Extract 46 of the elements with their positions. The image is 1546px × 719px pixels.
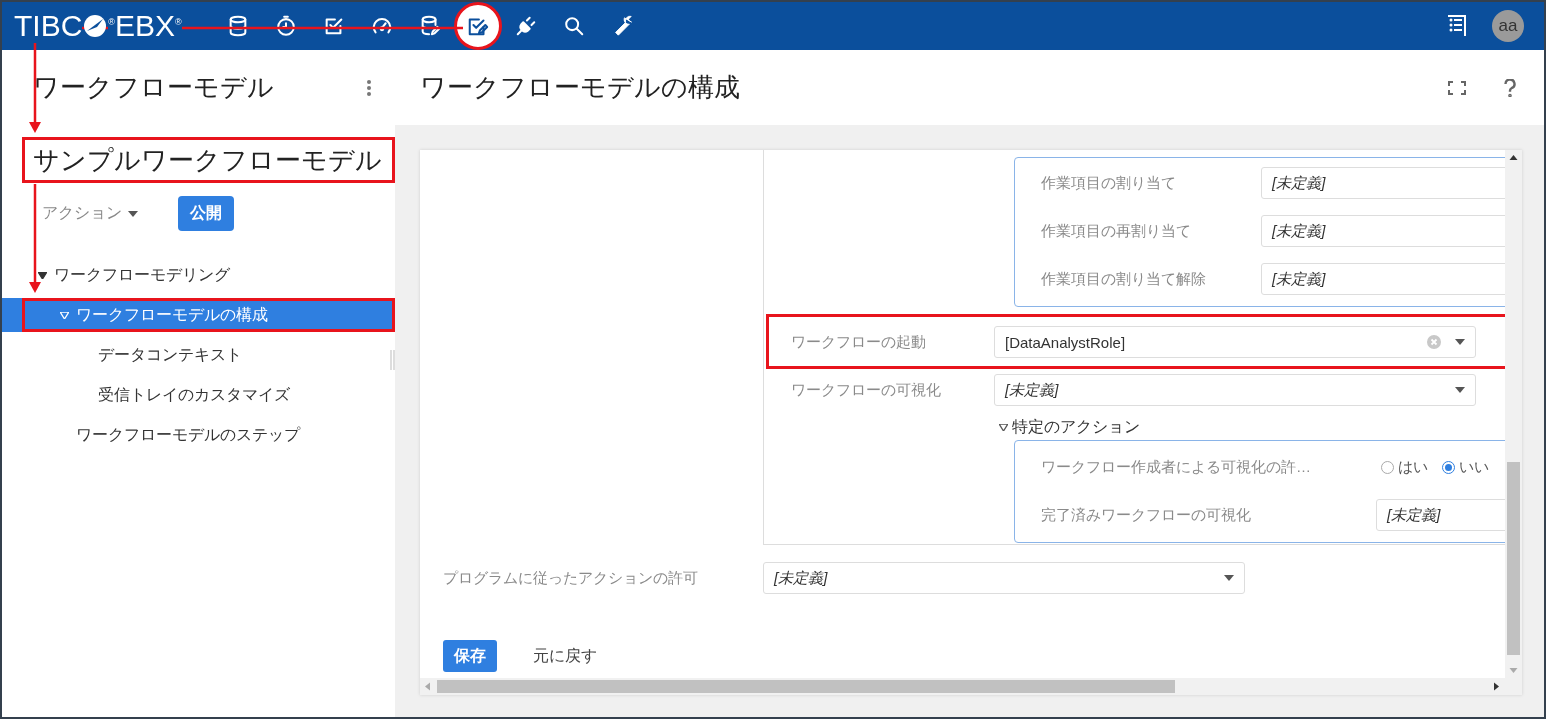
select-field[interactable]: [未定義] xyxy=(1261,263,1505,295)
splitter-handle[interactable] xyxy=(390,350,395,370)
panel-title: ワークフローモデル xyxy=(33,71,274,104)
logo: TIBC $^{®}$EBX$^{®}$ xyxy=(14,9,182,43)
vertical-scrollbar[interactable] xyxy=(1505,150,1522,678)
tree-item[interactable]: データコンテキスト xyxy=(2,335,395,375)
field-label: 完了済みワークフローの可視化 xyxy=(1041,505,1252,525)
select-field[interactable]: [未定義] xyxy=(994,374,1476,406)
page-title: ワークフローモデルの構成 xyxy=(420,71,741,104)
more-icon[interactable] xyxy=(367,79,371,96)
user-avatar[interactable]: aa xyxy=(1492,10,1524,42)
logo-icon xyxy=(83,14,108,38)
publish-button[interactable]: 公開 xyxy=(178,196,234,231)
field-label: ワークフローの可視化 xyxy=(791,380,942,400)
field-label: ワークフローの起動 xyxy=(791,332,927,352)
tree-item[interactable]: 受信トレイのカスタマイズ xyxy=(2,375,395,415)
caret-down-icon[interactable] xyxy=(38,271,47,279)
model-title: サンプルワークフローモデル xyxy=(22,137,395,183)
radio-option[interactable]: はい xyxy=(1381,457,1428,477)
list-icon[interactable] xyxy=(1446,15,1468,37)
caret-icon xyxy=(1224,575,1234,581)
select-field[interactable]: [未定義] xyxy=(763,562,1245,594)
select-field[interactable]: [未定義] xyxy=(1376,499,1505,531)
fullscreen-icon[interactable] xyxy=(1448,80,1466,95)
select-field[interactable]: [未定義] xyxy=(1261,167,1505,199)
help-icon[interactable] xyxy=(1504,78,1516,97)
select-field[interactable]: [DataAnalystRole] xyxy=(994,326,1476,358)
caret-icon xyxy=(1455,387,1465,393)
revert-button[interactable]: 元に戻す xyxy=(533,645,597,667)
section-toggle[interactable]: 特定のアクション xyxy=(999,416,1505,438)
field-label: 作業項目の再割り当て xyxy=(1041,221,1192,241)
radio-option[interactable]: いい xyxy=(1442,457,1489,477)
tree-item[interactable]: ワークフローモデリング xyxy=(2,255,395,295)
caret-down-icon[interactable] xyxy=(999,423,1008,431)
field-label: ワークフロー作成者による可視化の許… xyxy=(1041,457,1312,477)
field-label: 作業項目の割り当て xyxy=(1041,173,1177,193)
actions-menu[interactable]: アクション xyxy=(42,203,138,224)
field-label: 作業項目の割り当て解除 xyxy=(1041,269,1207,289)
horizontal-scrollbar[interactable] xyxy=(420,678,1522,695)
tree-item[interactable]: ワークフローモデルの構成 xyxy=(2,298,395,332)
select-field[interactable]: [未定義] xyxy=(1261,215,1505,247)
caret-icon xyxy=(1455,339,1465,345)
caret-icon xyxy=(128,210,138,217)
field-label: プログラムに従ったアクションの許可 xyxy=(443,568,699,588)
tree-item[interactable]: ワークフローモデルのステップ xyxy=(2,415,395,455)
save-button[interactable]: 保存 xyxy=(443,640,497,672)
